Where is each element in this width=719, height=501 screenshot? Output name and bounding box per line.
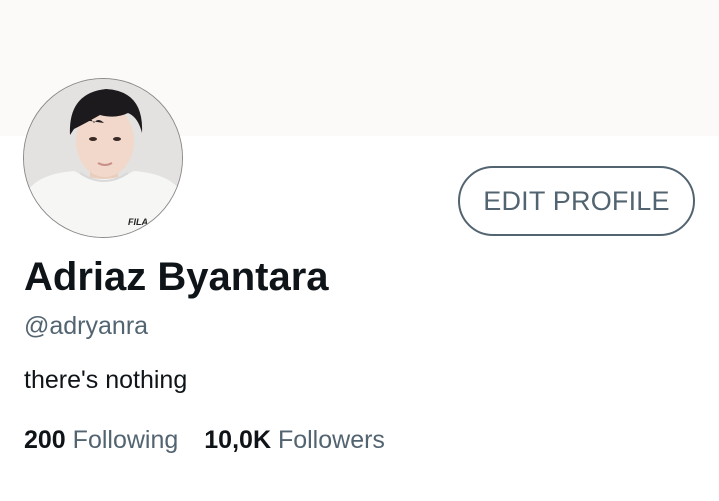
display-name: Adriaz Byantara xyxy=(24,255,329,299)
following-link[interactable]: 200 Following xyxy=(24,424,178,456)
followers-label: Followers xyxy=(277,426,385,454)
following-label: Following xyxy=(72,426,179,454)
profile-avatar[interactable]: FILA xyxy=(23,78,183,238)
avatar-shirt-logo: FILA xyxy=(128,217,148,227)
person-photo-icon: FILA xyxy=(24,79,182,237)
followers-count: 10,0K xyxy=(204,426,271,454)
user-handle: @adryanra xyxy=(24,312,149,340)
edit-profile-button[interactable]: EDIT PROFILE xyxy=(458,166,695,236)
profile-stats: 200 Following 10,0K Followers xyxy=(24,424,385,456)
followers-link[interactable]: 10,0K Followers xyxy=(204,424,385,456)
profile-bio: there's nothing xyxy=(24,366,188,394)
following-count: 200 xyxy=(24,426,66,454)
